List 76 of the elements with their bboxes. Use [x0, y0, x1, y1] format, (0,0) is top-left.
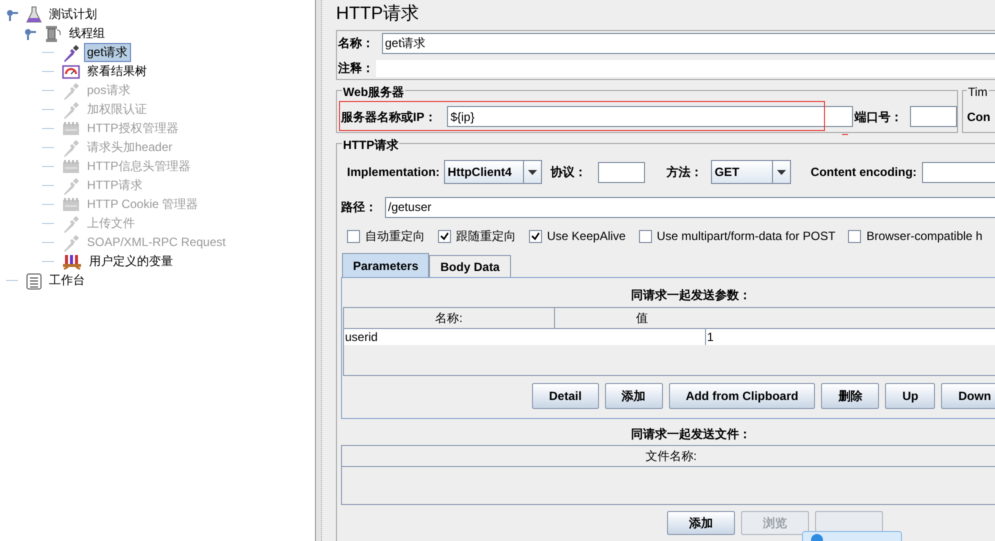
button[interactable]: 添加: [667, 511, 735, 535]
expanded-handle-icon[interactable]: [24, 28, 36, 40]
button[interactable]: 添加: [604, 383, 663, 409]
column-header: 文件名称:: [644, 448, 698, 465]
caret-icon: [776, 170, 786, 174]
floating-toast[interactable]: [802, 531, 902, 541]
field-label: 注释：: [338, 60, 375, 77]
protocol-field[interactable]: [598, 162, 645, 182]
pipette-icon: [62, 214, 80, 232]
button[interactable]: Add from Clipboard: [668, 383, 816, 409]
checkbox-label: 自动重定向: [365, 228, 425, 245]
button[interactable]: 删除: [821, 383, 880, 409]
encoding-field[interactable]: [922, 162, 995, 182]
pipette-icon: [62, 44, 80, 62]
annotation-mark: [842, 134, 848, 135]
path-field[interactable]: /getuser: [385, 196, 995, 218]
spool-icon: [44, 24, 62, 42]
field-label: 路径：: [341, 199, 378, 216]
server-field[interactable]: ${ip}: [447, 106, 854, 127]
pipette-icon: [62, 100, 80, 118]
checkbox[interactable]: [638, 230, 652, 242]
section-caption: 同请求一起发送文件：: [630, 426, 752, 443]
tree-item[interactable]: 用户定义的变量: [86, 252, 176, 271]
tree-item[interactable]: 测试计划: [46, 5, 100, 24]
tree-item[interactable]: 工作台: [46, 271, 88, 290]
tree-item[interactable]: get请求: [84, 43, 131, 62]
method-dropdown[interactable]: GET: [710, 160, 791, 184]
clipboard-icon: [26, 272, 42, 290]
tab[interactable]: Parameters: [342, 253, 430, 277]
field-label: Content encoding:: [810, 164, 917, 181]
checkmark-icon: [440, 232, 449, 240]
field-label: 名称：: [338, 35, 375, 52]
group-title: Web服务器: [342, 83, 406, 101]
button[interactable]: Down: [941, 383, 995, 409]
table-cell: userid: [344, 329, 706, 345]
checkmark-icon: [531, 232, 540, 240]
field-label: 方法：: [666, 164, 704, 181]
expanded-handle-icon[interactable]: [6, 8, 18, 20]
checkbox[interactable]: [438, 230, 451, 242]
field-label: 协议：: [550, 164, 588, 181]
section-caption: 同请求一起发送参数：: [630, 287, 752, 304]
name-field[interactable]: get请求: [382, 32, 995, 54]
pipette-icon: [62, 176, 80, 194]
rack-icon: [62, 196, 80, 212]
rack-icon: [62, 158, 80, 174]
implementation-dropdown[interactable]: HttpClient4: [444, 160, 542, 184]
pipette-icon: [62, 234, 80, 252]
gauge-icon: [62, 64, 80, 78]
tab[interactable]: Body Data: [429, 255, 511, 277]
rack-icon: [62, 120, 80, 136]
tree-item[interactable]: 察看结果树: [84, 62, 150, 81]
pipette-icon: [62, 138, 80, 156]
field-label: 服务器名称或IP：: [341, 108, 438, 126]
caret-icon: [528, 170, 537, 174]
flask-icon: [26, 6, 42, 24]
field-label: Con: [967, 108, 990, 126]
checkbox-label: Use multipart/form-data for POST: [656, 228, 836, 245]
pipette-icon: [62, 82, 80, 100]
button[interactable]: Detail: [532, 383, 599, 409]
checkbox-label: Browser-compatible h: [866, 228, 982, 245]
panel-title: HTTP请求: [336, 2, 420, 25]
field-label: Implementation:: [347, 164, 440, 181]
column-header: 名称:: [344, 308, 555, 328]
checkbox[interactable]: [529, 230, 542, 242]
table-cell-text: 1: [706, 329, 715, 345]
column-header: 值: [634, 310, 649, 327]
field-label: 端口号：: [854, 108, 904, 126]
checkbox[interactable]: [848, 230, 862, 242]
test-tubes-icon: [62, 254, 82, 270]
port-field[interactable]: [910, 106, 957, 127]
button[interactable]: Up: [885, 383, 936, 409]
group-title: HTTP请求: [342, 136, 400, 154]
checkbox-label: 跟随重定向: [456, 228, 516, 245]
checkbox-label: Use KeepAlive: [547, 228, 626, 245]
tree-item[interactable]: 线程组: [66, 24, 108, 43]
checkbox[interactable]: [347, 230, 360, 242]
